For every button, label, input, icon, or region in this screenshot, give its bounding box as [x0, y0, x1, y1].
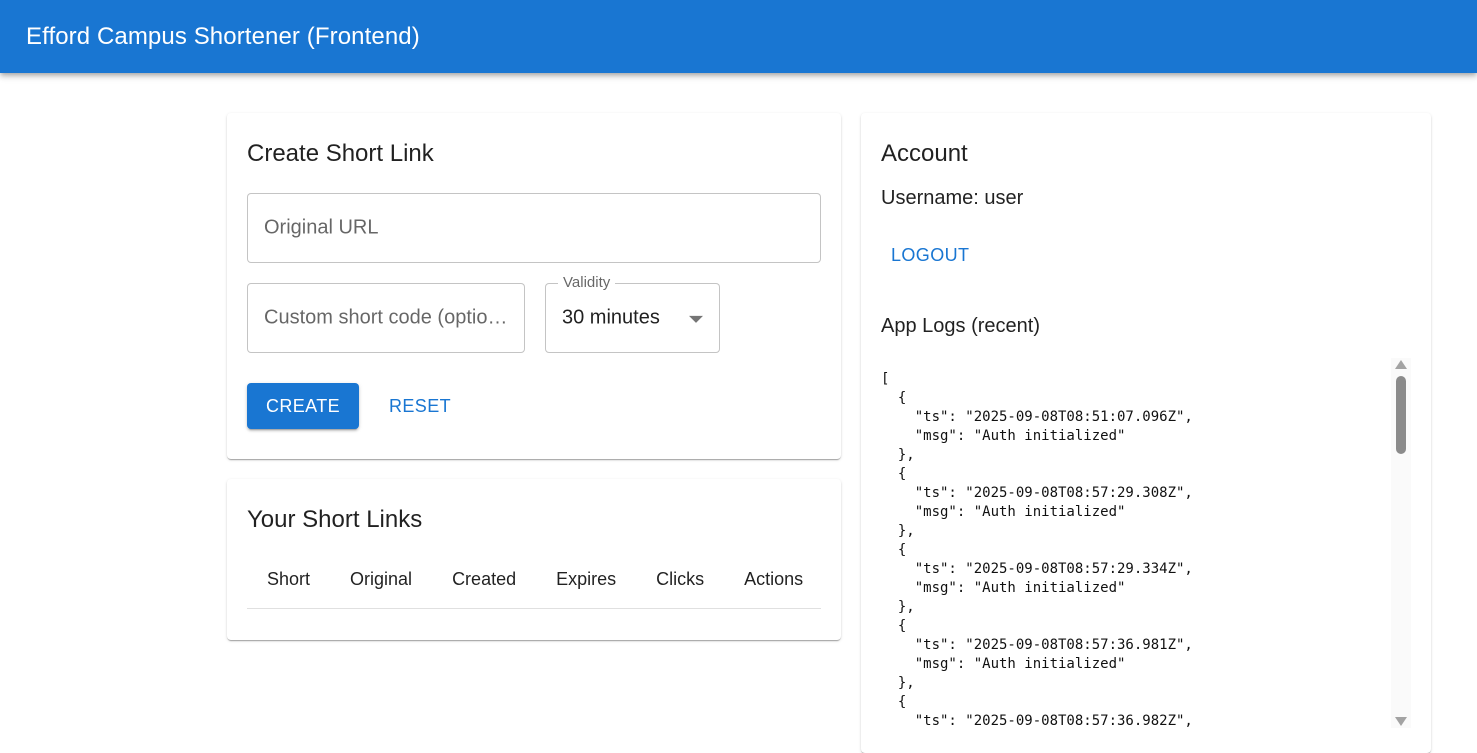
original-url-field[interactable]: Original URL [247, 193, 821, 263]
create-button[interactable]: CREATE [247, 383, 359, 429]
column-header-expires: Expires [556, 569, 617, 589]
scroll-down-arrow-icon[interactable] [1395, 717, 1407, 726]
short-links-table-header: Short Original Created Expires Clicks Ac… [247, 551, 821, 609]
create-link-title: Create Short Link [247, 140, 434, 167]
account-title: Account [881, 140, 968, 167]
original-url-placeholder: Original URL [264, 216, 379, 239]
create-link-card: Create Short Link Original URL Custom sh… [227, 113, 841, 459]
column-header-short: Short [267, 569, 311, 589]
account-card: Account Username: user LOGOUT App Logs (… [861, 113, 1431, 753]
app-logs-title: App Logs (recent) [881, 315, 1040, 337]
custom-code-placeholder: Custom short code (optional) [264, 306, 512, 329]
logs-scrollbar[interactable] [1391, 358, 1411, 728]
scroll-up-arrow-icon[interactable] [1395, 360, 1407, 369]
custom-code-field[interactable]: Custom short code (optional) [247, 283, 525, 353]
username-text: Username: user [881, 187, 1024, 209]
app-logs-text: [ { "ts": "2025-09-08T08:51:07.096Z", "m… [881, 371, 1193, 728]
validity-value: 30 minutes [562, 306, 660, 329]
short-links-card: Your Short Links Short Original Created … [227, 479, 841, 640]
app-logs-box[interactable]: [ { "ts": "2025-09-08T08:51:07.096Z", "m… [881, 358, 1411, 728]
reset-button[interactable]: RESET [375, 383, 465, 429]
column-header-created: Created [452, 569, 517, 589]
validity-label: Validity [558, 274, 616, 291]
short-links-title: Your Short Links [247, 506, 423, 533]
column-header-clicks: Clicks [656, 569, 705, 589]
column-header-actions: Actions [744, 569, 804, 589]
validity-select[interactable]: Validity 30 minutes [545, 274, 720, 353]
app-bar: Efford Campus Shortener (Frontend) [0, 0, 1477, 73]
scrollbar-thumb[interactable] [1396, 376, 1406, 454]
column-header-original: Original [350, 569, 413, 589]
arrow-drop-down-icon [689, 315, 703, 323]
app-title: Efford Campus Shortener (Frontend) [26, 22, 420, 50]
logout-button[interactable]: LOGOUT [881, 237, 979, 273]
